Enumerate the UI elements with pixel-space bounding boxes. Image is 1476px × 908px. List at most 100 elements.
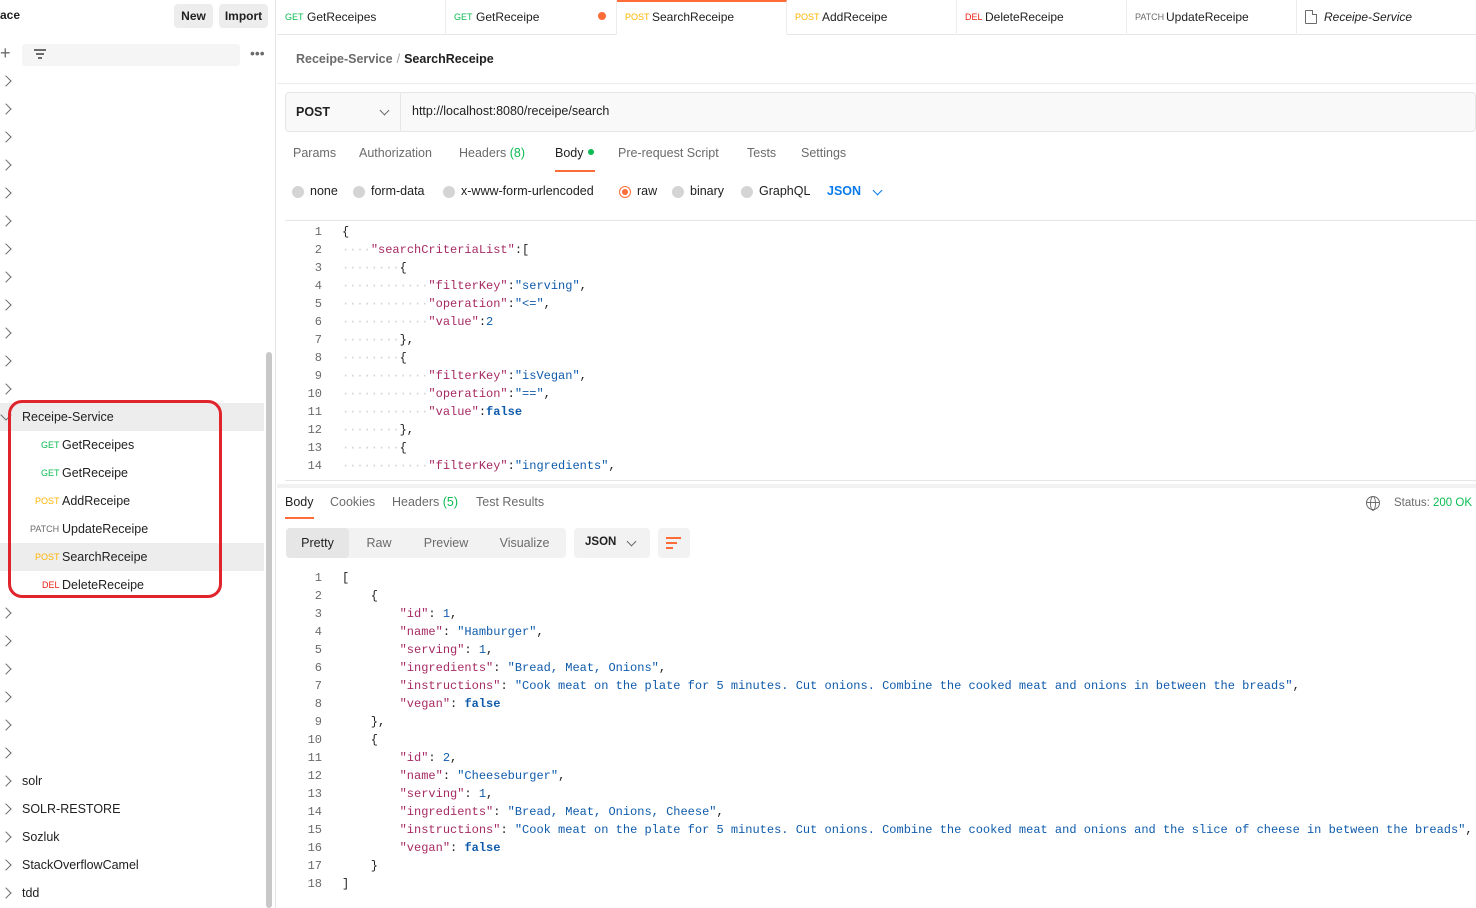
response-format-dropdown[interactable]: JSON [574, 528, 650, 558]
chevron-right-icon[interactable] [0, 327, 12, 339]
radio-circle [741, 186, 753, 198]
chevron-down-icon [379, 105, 390, 116]
sidebar-request-searchreceipe[interactable]: POST SearchReceipe [0, 543, 264, 571]
tab-params[interactable]: Params [293, 146, 336, 160]
import-button[interactable]: Import [219, 4, 268, 28]
chevron-right-icon[interactable] [0, 747, 12, 759]
sidebar-request-updatereceipe[interactable]: PATCH UpdateReceipe [0, 515, 264, 543]
modified-dot-icon [587, 149, 594, 155]
sidebar-request-getreceipes[interactable]: GET GetReceipes [0, 431, 264, 459]
collection-item[interactable]: StackOverflowCamel [0, 851, 264, 879]
breadcrumb-request[interactable]: SearchReceipe [404, 52, 494, 66]
status-label: Status: [1394, 497, 1430, 509]
chevron-right-icon[interactable] [0, 831, 12, 843]
method-select[interactable]: POST [286, 93, 401, 131]
tab-authorization[interactable]: Authorization [359, 146, 432, 160]
resp-tab-test-results[interactable]: Test Results [476, 495, 544, 509]
request-name: GetReceipe [62, 466, 129, 480]
tab-receipe-service[interactable]: Receipe-Service [1297, 0, 1476, 35]
more-options-icon[interactable]: ••• [250, 46, 265, 60]
view-preview[interactable]: Preview [409, 528, 483, 558]
chevron-right-icon[interactable] [0, 635, 12, 647]
chevron-right-icon[interactable] [0, 691, 12, 703]
resp-tab-body[interactable]: Body [285, 495, 314, 509]
chevron-right-icon[interactable] [0, 887, 12, 899]
sidebar-scrollbar[interactable] [266, 352, 272, 908]
filter-icon [34, 49, 46, 61]
tab-addreceipe[interactable]: POST AddReceipe [787, 0, 957, 35]
chevron-right-icon[interactable] [0, 803, 12, 815]
collection-icon [1305, 10, 1317, 24]
collection-item[interactable]: SOLR-RESTORE [0, 795, 264, 823]
chevron-right-icon[interactable] [0, 131, 12, 143]
tab-updatereceipe[interactable]: PATCH UpdateReceipe [1127, 0, 1297, 35]
radio-label: binary [690, 184, 725, 198]
chevron-right-icon[interactable] [0, 299, 12, 311]
tab-searchreceipe[interactable]: POST SearchReceipe [617, 0, 787, 35]
tab-settings[interactable]: Settings [801, 146, 846, 160]
resp-tab-cookies[interactable]: Cookies [330, 495, 375, 509]
method-badge: GET [41, 468, 60, 478]
collection-item[interactable]: solr [0, 767, 264, 795]
chevron-right-icon[interactable] [0, 187, 12, 199]
tab-body[interactable]: Body [555, 146, 594, 160]
tab-prerequest-script[interactable]: Pre-request Script [618, 146, 719, 160]
chevron-right-icon[interactable] [0, 719, 12, 731]
response-view-selector: Pretty Raw Preview Visualize [286, 528, 566, 558]
body-format-dropdown[interactable]: JSON [827, 184, 861, 198]
chevron-right-icon[interactable] [0, 243, 12, 255]
sidebar-request-getreceipe[interactable]: GET GetReceipe [0, 459, 264, 487]
breadcrumb: Receipe-Service / SearchReceipe [296, 52, 494, 66]
request-body-editor[interactable]: 1{ 2 ····"searchCriteriaList":[ 3 ········… [285, 220, 1476, 481]
sidebar-request-addreceipe[interactable]: POST AddReceipe [0, 487, 264, 515]
chevron-right-icon[interactable] [0, 103, 12, 115]
chevron-right-icon[interactable] [0, 75, 12, 87]
collection-name: solr [22, 774, 43, 788]
globe-icon[interactable] [1366, 496, 1380, 511]
tab-headers[interactable]: Headers (8) [459, 146, 525, 160]
chevron-right-icon[interactable] [0, 159, 12, 171]
chevron-right-icon[interactable] [0, 355, 12, 367]
plus-icon[interactable]: + [0, 44, 14, 62]
breadcrumb-collection[interactable]: Receipe-Service [296, 52, 393, 66]
format-label: JSON [827, 184, 862, 198]
radio-label: form-data [371, 184, 425, 198]
status-text: Status: 200 OK [1394, 497, 1472, 509]
response-body[interactable]: 1[ 2 { 3 "id": 1, 4 "name": "Hamburger",… [285, 569, 1476, 899]
radio-circle [353, 186, 365, 198]
method-badge: GET [285, 12, 304, 22]
url-input[interactable] [412, 104, 1012, 118]
tab-tests[interactable]: Tests [747, 146, 776, 160]
view-raw[interactable]: Raw [349, 528, 409, 558]
method-badge: DEL [42, 580, 60, 590]
view-pretty[interactable]: Pretty [286, 528, 349, 558]
sidebar-request-deletereceipe[interactable]: DEL DeleteReceipe [0, 571, 264, 599]
tab-label: GetReceipes [307, 10, 377, 24]
chevron-right-icon[interactable] [0, 271, 12, 283]
collection-receipe-service[interactable]: Receipe-Service [0, 403, 264, 431]
new-button[interactable]: New [174, 4, 213, 28]
pane-splitter[interactable] [277, 484, 1476, 488]
chevron-right-icon[interactable] [0, 215, 12, 227]
chevron-right-icon[interactable] [0, 383, 12, 395]
chevron-right-icon[interactable] [0, 607, 12, 619]
wrap-lines-button[interactable] [658, 528, 690, 558]
collection-name: Receipe-Service [22, 410, 114, 424]
tab-getreceipes[interactable]: GET GetReceipes [277, 0, 446, 35]
view-visualize[interactable]: Visualize [483, 528, 566, 558]
sidebar-toolbar: + ••• [0, 42, 276, 68]
collection-item[interactable]: tdd [0, 879, 264, 907]
chevron-right-icon[interactable] [0, 859, 12, 871]
tab-deletereceipe[interactable]: DEL DeleteReceipe [957, 0, 1127, 35]
method-badge: GET [41, 440, 60, 450]
chevron-right-icon[interactable] [0, 775, 12, 787]
chevron-right-icon[interactable] [0, 663, 12, 675]
resp-tab-headers[interactable]: Headers (5) [392, 495, 458, 509]
filter-input[interactable] [22, 44, 240, 66]
method-badge: PATCH [1135, 12, 1165, 22]
chevron-down-icon[interactable] [0, 409, 12, 421]
tab-getreceipe[interactable]: GET GetReceipe [446, 0, 617, 35]
request-name: SearchReceipe [62, 550, 148, 564]
collection-item[interactable]: Sozluk [0, 823, 264, 851]
status-value: 200 OK [1433, 497, 1473, 509]
